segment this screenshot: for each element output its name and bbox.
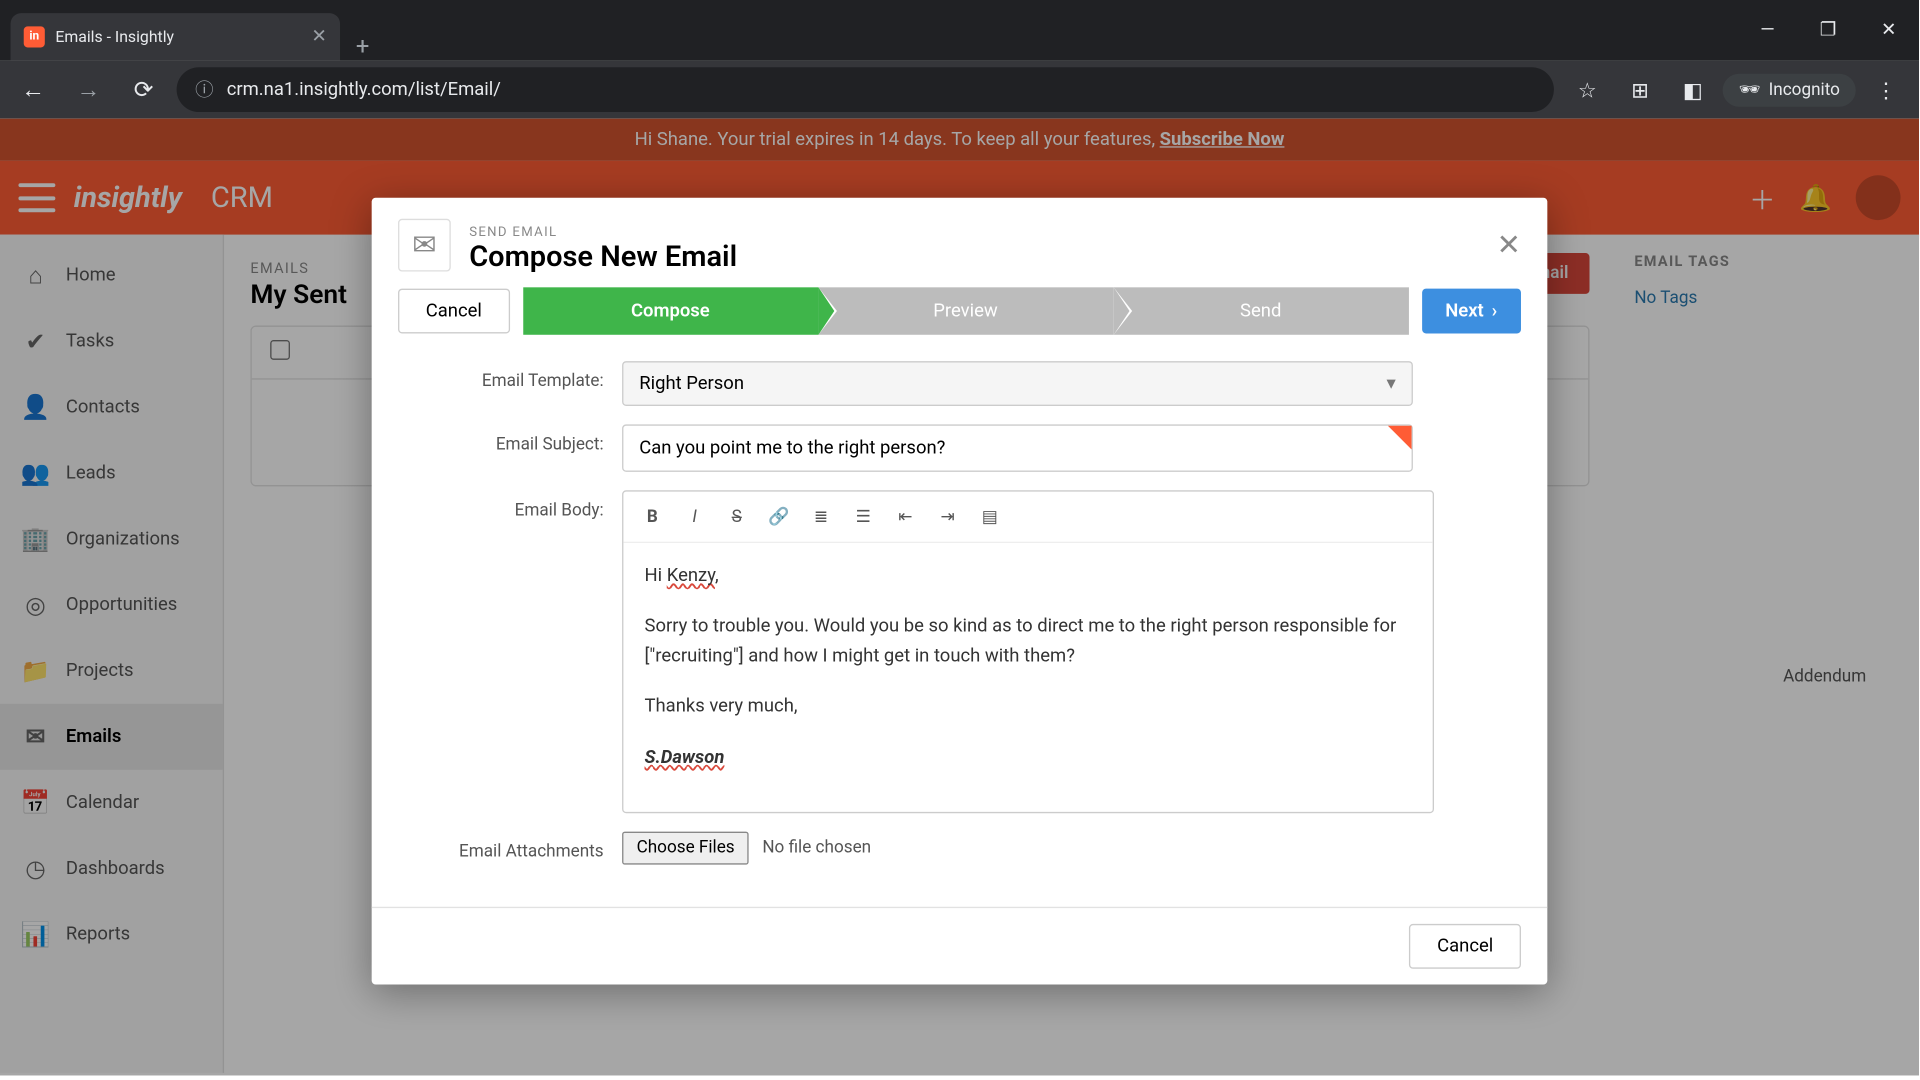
- body-text: Sorry to trouble you. Would you be so ki…: [645, 612, 1412, 671]
- mail-icon: ✉: [398, 219, 451, 272]
- bold-button[interactable]: B: [634, 500, 671, 534]
- wizard-steps: Compose Preview Send: [523, 287, 1409, 334]
- maximize-button[interactable]: ❐: [1798, 0, 1859, 61]
- reload-button[interactable]: ⟳: [121, 67, 166, 112]
- block-button[interactable]: ▤: [971, 500, 1008, 534]
- editor-toolbar: B I S 🔗 ≣ ☰ ⇤ ⇥ ▤: [623, 492, 1432, 543]
- chevron-right-icon: ›: [1492, 301, 1498, 322]
- sidepanel-icon[interactable]: ◧: [1670, 67, 1715, 112]
- outdent-button[interactable]: ⇤: [887, 500, 924, 534]
- chevron-down-icon: ▾: [1386, 373, 1395, 394]
- step-compose[interactable]: Compose: [523, 287, 818, 334]
- app-page: Hi Shane. Your trial expires in 14 days.…: [0, 119, 1919, 1076]
- modal-title: Compose New Email: [469, 241, 737, 274]
- favicon-icon: in: [24, 26, 45, 47]
- extensions-icon[interactable]: ⊞: [1618, 67, 1663, 112]
- indent-button[interactable]: ⇥: [929, 500, 966, 534]
- incognito-icon: 🕶: [1739, 80, 1761, 100]
- file-status-text: No file chosen: [762, 838, 871, 858]
- italic-button[interactable]: I: [676, 500, 713, 534]
- step-preview[interactable]: Preview: [818, 287, 1113, 334]
- step-send[interactable]: Send: [1113, 287, 1408, 334]
- body-label: Email Body:: [398, 490, 622, 520]
- body-text: ,: [715, 565, 719, 586]
- compose-email-modal: ✉ SEND EMAIL Compose New Email ✕ Cancel …: [372, 198, 1548, 985]
- back-button[interactable]: ←: [11, 67, 56, 112]
- browser-tabstrip: in Emails - Insightly ✕ + — ❐ ✕: [0, 0, 1919, 61]
- incognito-badge[interactable]: 🕶 Incognito: [1723, 73, 1856, 106]
- email-body-editor: B I S 🔗 ≣ ☰ ⇤ ⇥ ▤ Hi Kenzy, Sorry: [622, 490, 1434, 813]
- template-value: Right Person: [639, 373, 744, 394]
- url-text: crm.na1.insightly.com/list/Email/: [227, 79, 501, 100]
- email-subject-input[interactable]: Can you point me to the right person?: [622, 424, 1413, 471]
- modal-eyebrow: SEND EMAIL: [469, 225, 557, 239]
- incognito-label: Incognito: [1769, 80, 1840, 100]
- new-tab-button[interactable]: +: [340, 33, 385, 61]
- numbered-list-button[interactable]: ☰: [845, 500, 882, 534]
- next-label: Next: [1445, 301, 1484, 322]
- template-label: Email Template:: [398, 361, 622, 391]
- address-bar[interactable]: ⓘ crm.na1.insightly.com/list/Email/: [177, 67, 1555, 112]
- body-text: Hi: [645, 565, 667, 586]
- modal-close-button[interactable]: ✕: [1497, 229, 1521, 262]
- cancel-button[interactable]: Cancel: [398, 289, 510, 334]
- window-controls: — ❐ ✕: [1737, 0, 1919, 61]
- subject-label: Email Subject:: [398, 424, 622, 454]
- minimize-button[interactable]: —: [1737, 0, 1798, 61]
- close-window-button[interactable]: ✕: [1858, 0, 1919, 61]
- body-text: Kenzy: [667, 565, 715, 586]
- subject-value: Can you point me to the right person?: [639, 438, 945, 459]
- tab-close-icon[interactable]: ✕: [311, 26, 326, 47]
- site-info-icon[interactable]: ⓘ: [195, 76, 213, 102]
- strikethrough-button[interactable]: S: [718, 500, 755, 534]
- next-button[interactable]: Next ›: [1422, 289, 1521, 334]
- email-body-textarea[interactable]: Hi Kenzy, Sorry to trouble you. Would yo…: [623, 543, 1432, 812]
- browser-tab[interactable]: in Emails - Insightly ✕: [11, 13, 340, 60]
- body-text: Thanks very much,: [645, 692, 1412, 722]
- choose-files-button[interactable]: Choose Files: [622, 832, 749, 865]
- forward-button[interactable]: →: [66, 67, 111, 112]
- footer-cancel-button[interactable]: Cancel: [1409, 924, 1521, 969]
- required-flag-icon: [1388, 426, 1412, 450]
- email-template-select[interactable]: Right Person ▾: [622, 361, 1413, 406]
- link-button[interactable]: 🔗: [760, 500, 797, 534]
- signature-text: S.Dawson: [645, 743, 1412, 773]
- tab-title: Emails - Insightly: [55, 28, 174, 46]
- browser-toolbar: ← → ⟳ ⓘ crm.na1.insightly.com/list/Email…: [0, 61, 1919, 119]
- attachments-label: Email Attachments: [398, 832, 622, 862]
- bookmark-icon[interactable]: ☆: [1565, 67, 1610, 112]
- chrome-menu-icon[interactable]: ⋮: [1864, 67, 1909, 112]
- bullet-list-button[interactable]: ≣: [803, 500, 840, 534]
